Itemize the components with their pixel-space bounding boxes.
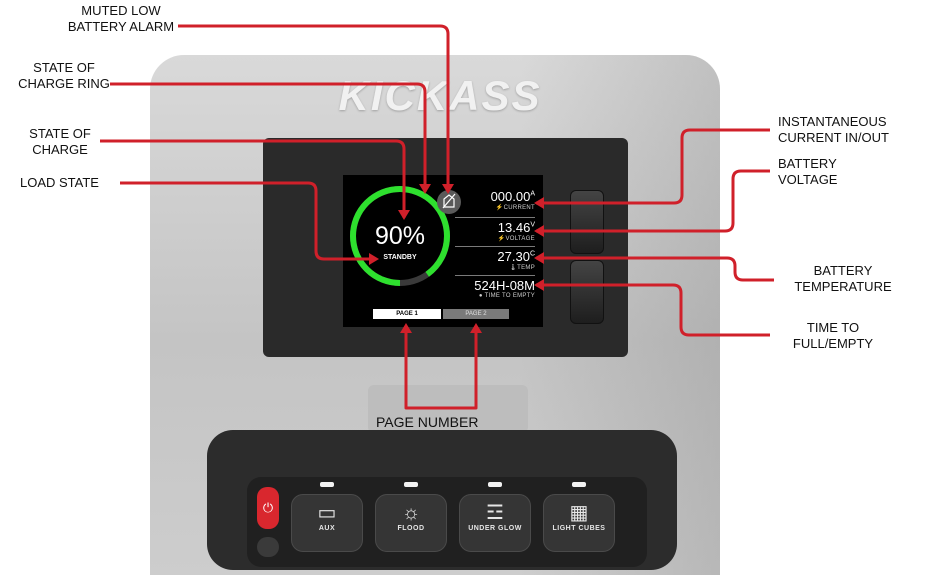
leader-page-number (404, 333, 478, 410)
leader-muted-alarm (178, 24, 450, 192)
leader-time (536, 283, 770, 337)
label-current: INSTANTANEOUS CURRENT IN/OUT (778, 114, 889, 145)
label-time: TIME TO FULL/EMPTY (792, 320, 874, 351)
label-page-number: PAGE NUMBER (376, 414, 479, 430)
label-load-state: LOAD STATE (20, 175, 99, 190)
label-soc-ring: STATE OF CHARGE RING (18, 60, 110, 91)
label-voltage: BATTERY VOLTAGE (778, 156, 838, 187)
leader-voltage (536, 169, 770, 233)
label-temperature: BATTERY TEMPERATURE (794, 263, 892, 294)
leader-soc (100, 139, 406, 218)
label-soc: STATE OF CHARGE (29, 126, 91, 157)
leader-soc-ring (110, 82, 427, 192)
label-muted-alarm: MUTED LOW BATTERY ALARM (67, 3, 175, 34)
leader-load-state (120, 181, 375, 261)
leader-current (536, 128, 770, 205)
leader-temp (536, 256, 774, 282)
